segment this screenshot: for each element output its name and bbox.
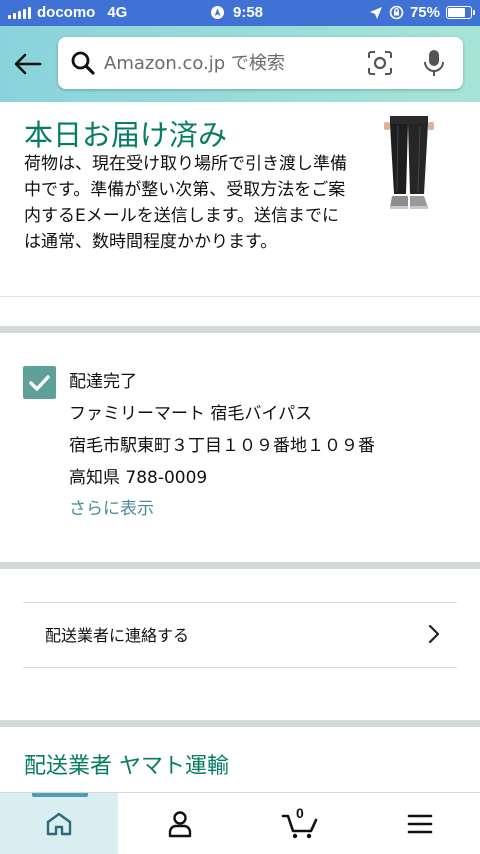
address-line: ファミリーマート 宿毛バイパス [69, 404, 313, 424]
carrier-name-label: 配送業者 ヤマト運輸 [24, 754, 229, 779]
delivery-address: 配達完了 ファミリーマート 宿毛バイパス 宿毛市駅東町３丁目１０９番地１０９番 … [69, 369, 375, 497]
address-line: 高知県 788-0009 [69, 468, 208, 488]
bottom-navigation: 0 [0, 792, 480, 854]
show-more-link[interactable]: さらに表示 [69, 494, 154, 519]
delivery-complete-label: 配達完了 [69, 372, 137, 392]
signal-strength-icon [8, 6, 31, 19]
search-bar[interactable] [58, 37, 463, 89]
camera-lens-icon[interactable] [366, 49, 394, 77]
nav-account-tab[interactable] [120, 793, 240, 854]
chevron-right-icon [428, 624, 440, 644]
battery-percent: 75% [409, 4, 440, 21]
account-icon [168, 811, 192, 838]
rotation-lock-icon [389, 5, 404, 20]
delivery-status-title: 本日お届け済み [24, 118, 228, 152]
cart-count-badge: 0 [296, 805, 304, 821]
location-services-icon [211, 6, 224, 19]
contact-carrier-label: 配送業者に連絡する [45, 626, 190, 645]
nav-cart-tab[interactable]: 0 [240, 793, 360, 854]
status-bar: docomo 4G 9:58 75% [0, 0, 480, 26]
app-header [0, 26, 480, 102]
section-separator [0, 562, 480, 569]
contact-carrier-row[interactable]: 配送業者に連絡する [23, 602, 457, 668]
home-icon [46, 812, 72, 836]
hamburger-menu-icon [407, 814, 433, 834]
battery-icon [446, 6, 475, 19]
product-thumbnail[interactable] [380, 112, 436, 218]
address-line: 宿毛市駅東町３丁目１０９番地１０９番 [69, 436, 375, 456]
section-separator [0, 720, 480, 727]
search-icon [71, 51, 95, 75]
section-separator [0, 326, 480, 333]
nav-home-tab[interactable] [0, 793, 118, 854]
divider [0, 296, 480, 297]
search-input[interactable] [104, 48, 344, 78]
nav-menu-tab[interactable] [360, 793, 480, 854]
delivered-checkmark-icon [23, 366, 56, 399]
location-arrow-icon [369, 6, 382, 19]
delivery-status-description: 荷物は、現在受け取り場所で引き渡し準備中です。準備が整い次第、受取方法をご案内す… [24, 154, 347, 252]
microphone-icon[interactable] [422, 48, 446, 78]
clock: 9:58 [233, 4, 264, 21]
back-arrow-icon[interactable] [12, 48, 44, 80]
carrier-name: docomo [37, 4, 96, 21]
network-type: 4G [107, 4, 128, 21]
